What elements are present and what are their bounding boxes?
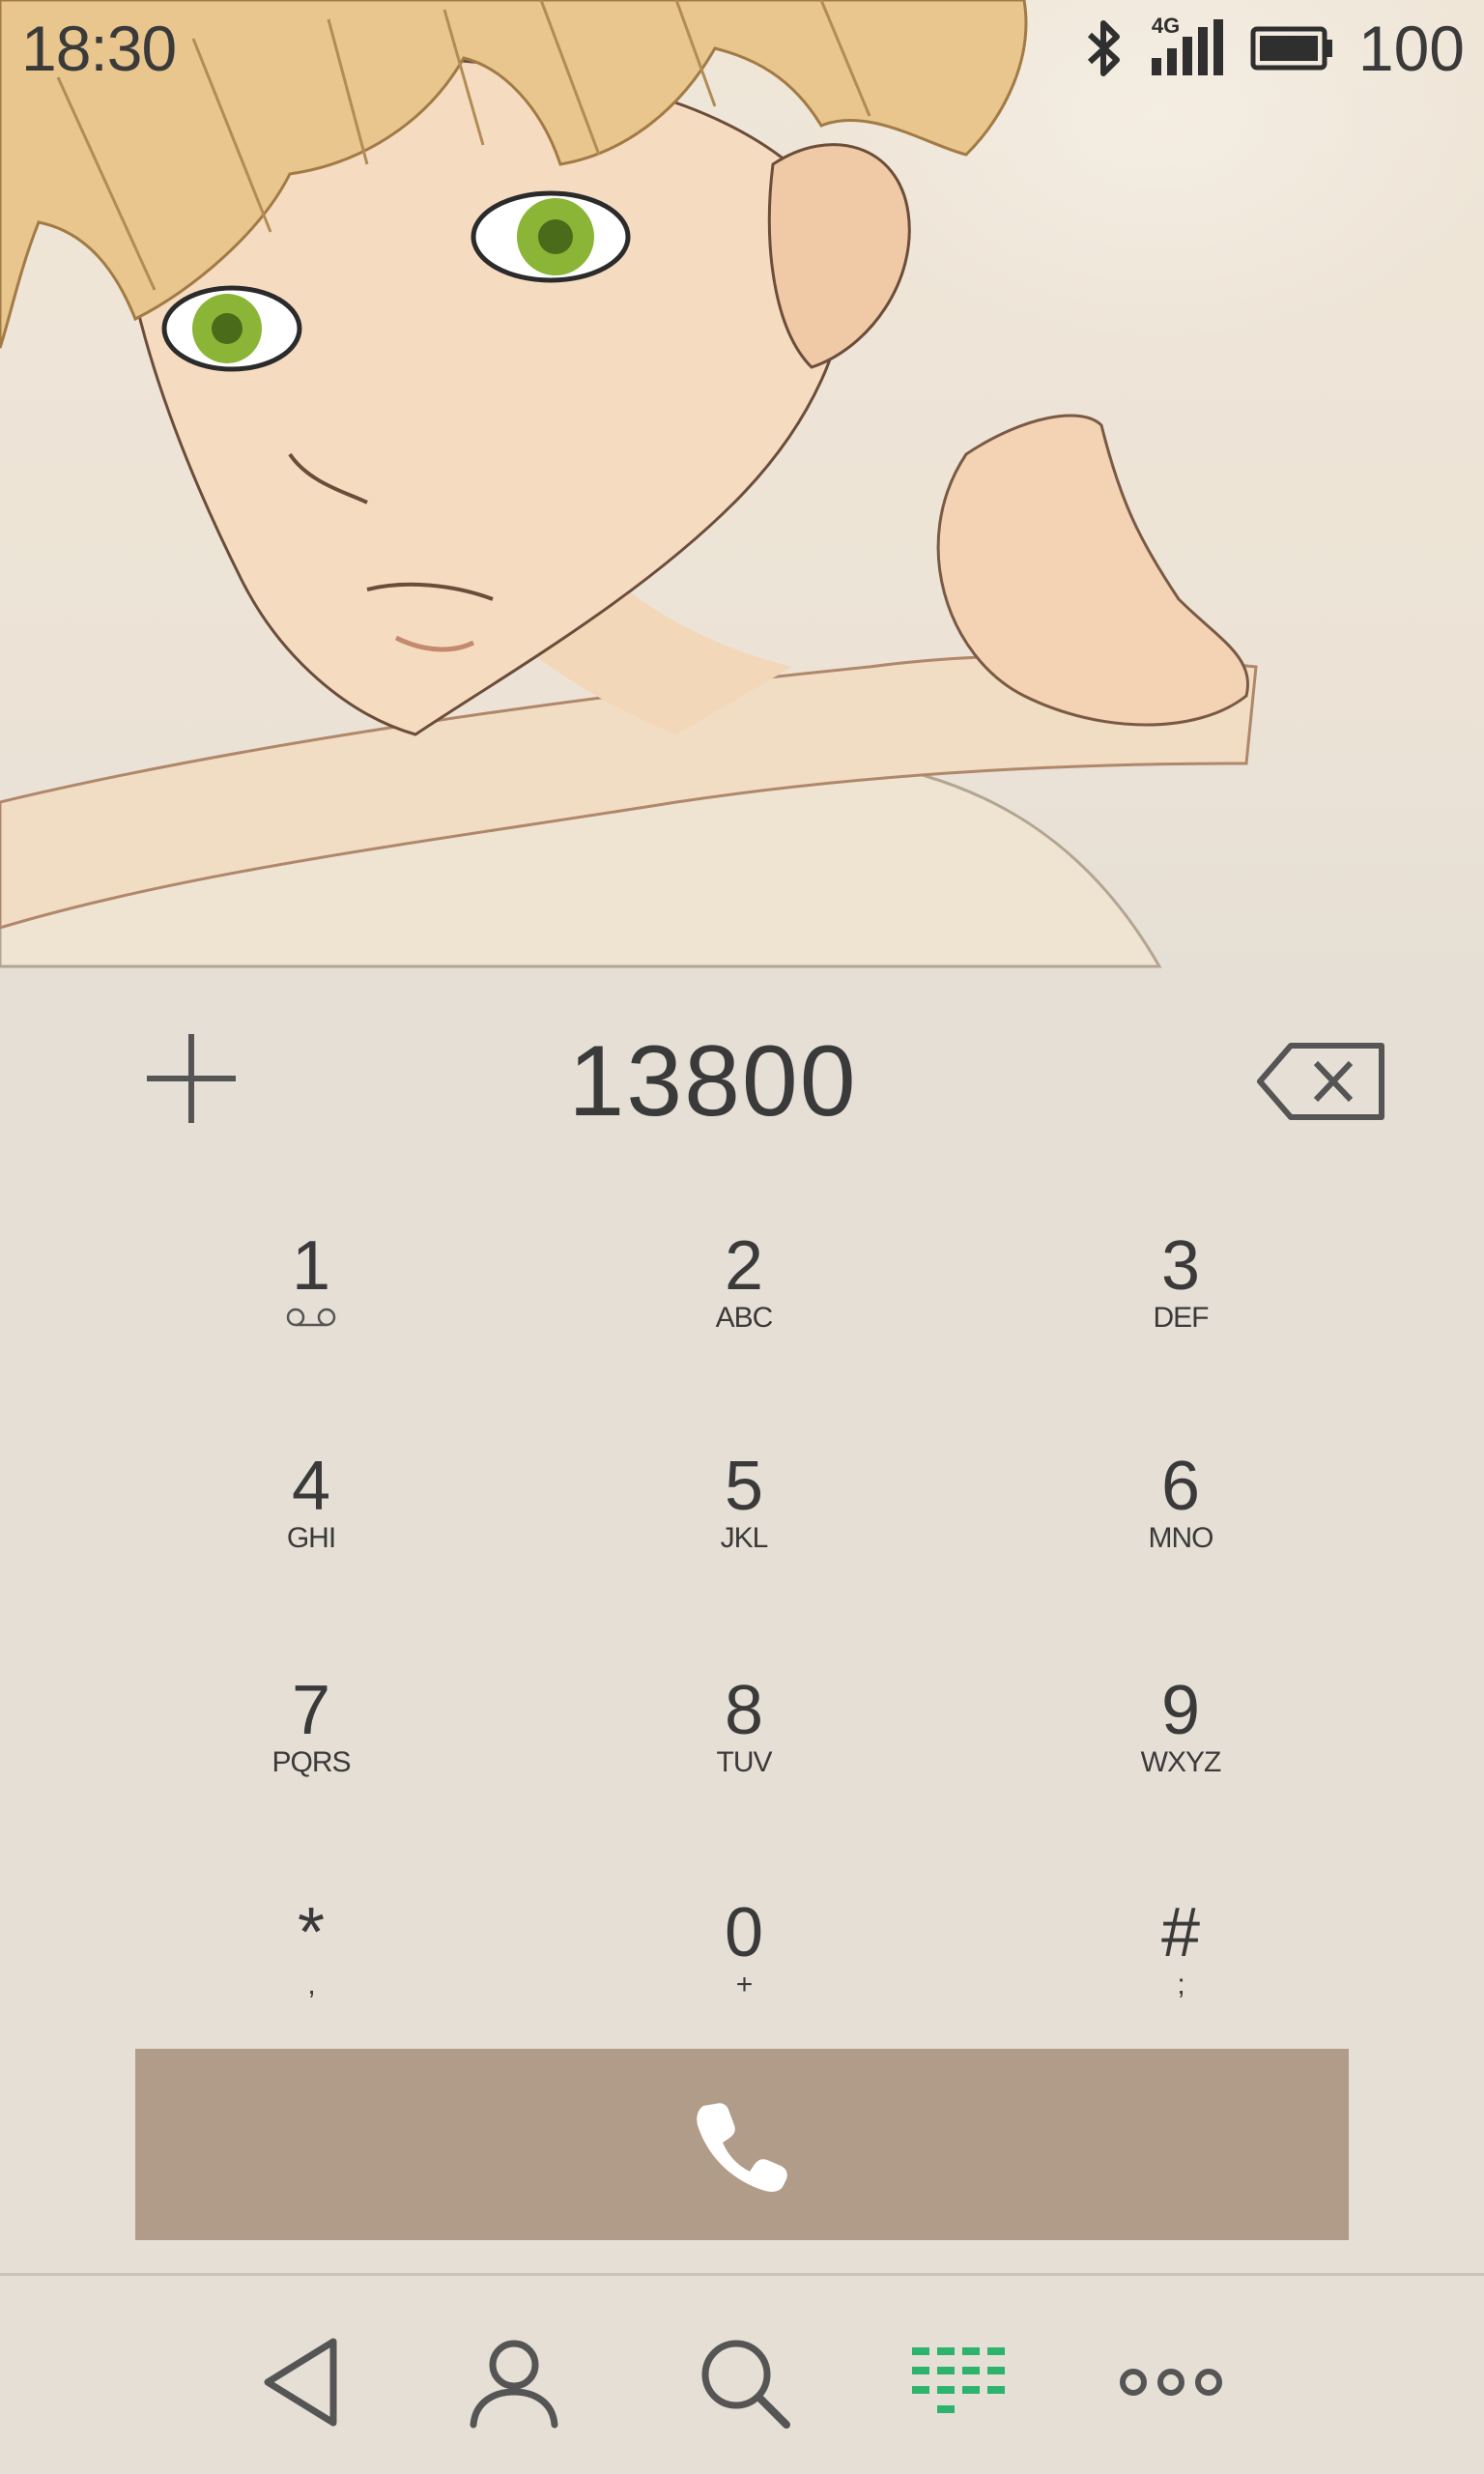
- key-4[interactable]: 4 GHI: [166, 1419, 456, 1612]
- number-display-row: 13800: [0, 995, 1484, 1169]
- key-letters: MNO: [1148, 1522, 1214, 1554]
- status-icons: 4G 100: [1084, 12, 1465, 85]
- dialpad-button[interactable]: [900, 2324, 1016, 2440]
- key-star[interactable]: * ,: [166, 1865, 456, 2058]
- key-letters: DEF: [1153, 1302, 1210, 1334]
- status-time: 18:30: [21, 13, 177, 84]
- more-icon: [1120, 2369, 1222, 2396]
- key-hash[interactable]: # ;: [1036, 1865, 1326, 2058]
- key-letters: PQRS: [271, 1746, 351, 1778]
- bottom-nav: [0, 2276, 1484, 2474]
- key-3[interactable]: 3 DEF: [1036, 1198, 1326, 1392]
- key-digit: 8: [724, 1672, 764, 1749]
- back-icon: [264, 2338, 337, 2427]
- signal-4g-icon: 4G: [1151, 14, 1223, 77]
- key-digit: 9: [1160, 1672, 1201, 1749]
- more-button[interactable]: [1113, 2324, 1229, 2440]
- key-digit: 2: [724, 1227, 764, 1305]
- contacts-icon: [470, 2340, 558, 2429]
- network-type-label: 4G: [1151, 14, 1181, 38]
- contacts-button[interactable]: [456, 2324, 572, 2440]
- bluetooth-icon: [1084, 17, 1127, 79]
- backspace-icon: [1257, 1043, 1384, 1120]
- key-8[interactable]: 8 TUV: [599, 1643, 889, 1836]
- battery-level: 100: [1357, 13, 1465, 84]
- key-6[interactable]: 6 MNO: [1036, 1419, 1326, 1612]
- key-digit: 1: [291, 1227, 331, 1305]
- search-button[interactable]: [686, 2324, 802, 2440]
- key-digit: 7: [291, 1672, 331, 1749]
- key-digit: #: [1160, 1894, 1201, 1971]
- key-letters: ,: [307, 1969, 315, 2000]
- key-letters: GHI: [286, 1522, 336, 1554]
- search-icon: [701, 2340, 790, 2429]
- key-letters: TUV: [716, 1746, 773, 1778]
- key-letters: JKL: [720, 1522, 769, 1554]
- key-1[interactable]: 1: [166, 1198, 456, 1392]
- key-9[interactable]: 9 WXYZ: [1036, 1643, 1326, 1836]
- key-digit: 6: [1160, 1448, 1201, 1525]
- voicemail-icon: [286, 1308, 336, 1327]
- key-digit: 3: [1160, 1227, 1201, 1305]
- status-bar: 18:30 4G 100: [0, 0, 1484, 97]
- wallpaper-illustration: [0, 0, 1484, 986]
- key-digit: *: [297, 1894, 326, 1971]
- key-7[interactable]: 7 PQRS: [166, 1643, 456, 1836]
- key-2[interactable]: 2 ABC: [599, 1198, 889, 1392]
- dial-keypad: 1 2 ABC 3 DEF 4 GHI 5 JKL 6 MNO 7 PQRS 8…: [0, 1198, 1484, 2068]
- key-letters: ABC: [715, 1302, 774, 1334]
- back-button[interactable]: [243, 2324, 359, 2440]
- key-letters: ;: [1177, 1969, 1184, 2000]
- key-0[interactable]: 0 +: [599, 1865, 889, 2058]
- backspace-button[interactable]: [1256, 1040, 1387, 1123]
- key-digit: 0: [724, 1894, 764, 1971]
- key-digit: 5: [724, 1448, 764, 1525]
- key-letters: WXYZ: [1140, 1746, 1222, 1778]
- call-button[interactable]: [135, 2049, 1349, 2240]
- key-letters: +: [735, 1969, 754, 2000]
- phone-icon: [697, 2103, 787, 2192]
- anime-character-image: [0, 0, 1258, 968]
- battery-icon: [1250, 26, 1333, 71]
- key-digit: 4: [291, 1448, 331, 1525]
- dialpad-icon: [912, 2347, 1005, 2413]
- key-5[interactable]: 5 JKL: [599, 1419, 889, 1612]
